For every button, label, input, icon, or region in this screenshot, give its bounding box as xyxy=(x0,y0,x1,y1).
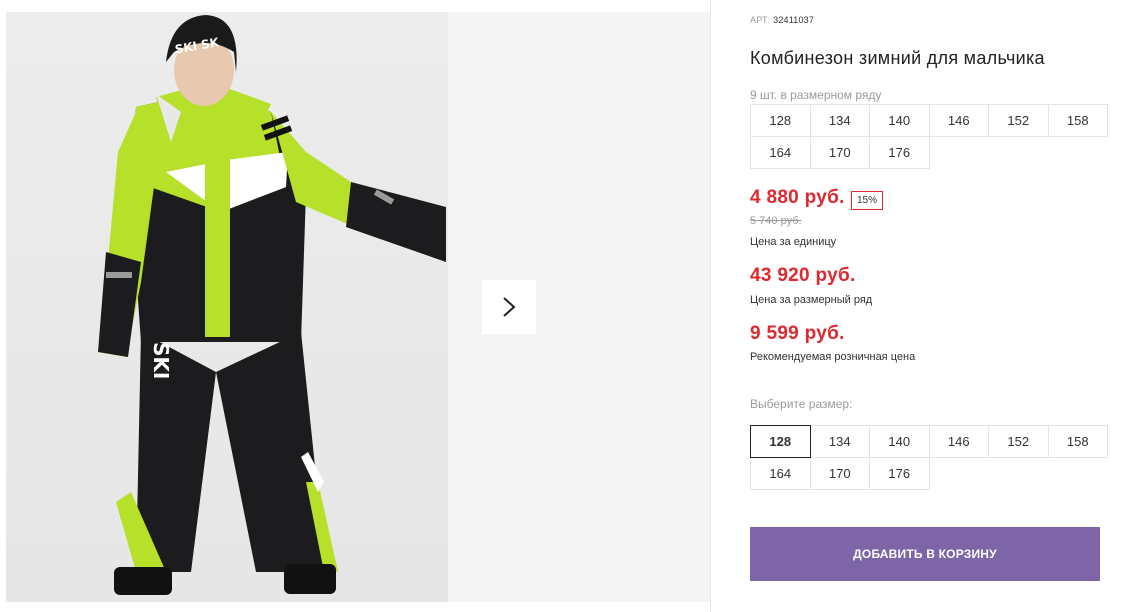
add-to-cart-button[interactable]: ДОБАВИТЬ В КОРЗИНУ xyxy=(750,527,1100,581)
retail-price: 9 599 руб. xyxy=(750,323,845,344)
size-option[interactable]: 164 xyxy=(750,457,811,490)
size-range-cell: 170 xyxy=(809,136,870,169)
range-price-caption: Цена за размерный ряд xyxy=(750,294,873,306)
unit-price: 4 880 руб. xyxy=(750,187,845,208)
size-selector: 128 134 140 146 152 158 164 170 176 xyxy=(750,425,1108,490)
choose-size-label: Выберите размер: xyxy=(750,397,853,411)
size-option[interactable]: 152 xyxy=(988,425,1049,458)
size-option[interactable]: 158 xyxy=(1047,425,1108,458)
old-price: 5 740 руб. xyxy=(750,215,802,227)
size-range-cell: 158 xyxy=(1047,104,1108,137)
chevron-right-icon xyxy=(503,297,516,317)
article-label: АРТ: xyxy=(750,15,771,25)
size-range-cell: 140 xyxy=(869,104,930,137)
article-number: АРТ: 32411037 xyxy=(750,15,814,25)
product-gallery: SKI SK SKI xyxy=(6,12,710,602)
article-value: 32411037 xyxy=(773,15,815,25)
vertical-divider xyxy=(710,0,711,612)
retail-price-caption: Рекомендуемая розничная цена xyxy=(750,351,916,363)
size-option[interactable]: 134 xyxy=(809,425,870,458)
unit-price-caption: Цена за единицу xyxy=(750,236,837,248)
size-range-cell: 146 xyxy=(928,104,989,137)
size-option[interactable]: 176 xyxy=(869,457,930,490)
size-option[interactable]: 146 xyxy=(928,425,989,458)
product-photo: SKI SK SKI xyxy=(6,12,448,602)
product-title: Комбинезон зимний для мальчика xyxy=(750,48,1045,68)
gallery-next-button[interactable] xyxy=(482,280,536,334)
size-option-selected[interactable]: 128 xyxy=(750,425,811,458)
size-range-cell: 134 xyxy=(809,104,870,137)
size-range-cell: 176 xyxy=(869,136,930,169)
size-range-cell: 128 xyxy=(750,104,811,137)
discount-badge: 15% xyxy=(851,191,884,210)
size-range-cell: 164 xyxy=(750,136,811,169)
size-range-cell: 152 xyxy=(988,104,1049,137)
range-price: 43 920 руб. xyxy=(750,265,856,286)
ski-print-text: SKI xyxy=(149,342,173,379)
size-option[interactable]: 170 xyxy=(809,457,870,490)
size-range-grid: 128 134 140 146 152 158 164 170 176 xyxy=(750,104,1108,169)
size-range-note: 9 шт. в размерном ряду xyxy=(750,88,882,102)
size-option[interactable]: 140 xyxy=(869,425,930,458)
